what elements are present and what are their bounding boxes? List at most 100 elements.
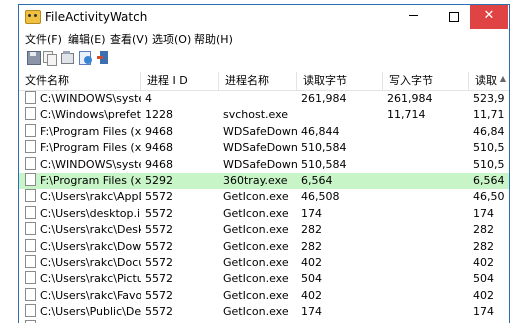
read-total-cell: 402 [473,255,494,269]
table-row[interactable]: C:\Users\Public\Des... 5572 GetIcon.exe 174… [19,304,509,320]
file-name-cell: C:\Users\rakc\AppD... [19,189,141,205]
process-name-cell: WDSafeDown... [223,141,297,155]
file-icon [25,91,36,104]
file-name: C:\WINDOWS\system32\... [40,92,141,105]
table-row[interactable]: C:\Users\rakc\Pictur... 5572 GetIcon.exe 50… [19,271,509,287]
file-icon [25,189,36,203]
menu-edit[interactable]: 编辑(E) [68,31,106,47]
process-name-cell: GetIcon.exe [223,305,289,319]
process-name-cell: GetIcon.exe [223,206,289,220]
table-header: 文件名称 进程 I D 进程名称 读取字节 写入字节 读取 [19,72,509,91]
write-bytes-cell: 11,714 [387,108,426,122]
toolbar [19,47,509,71]
save-icon[interactable] [27,51,41,65]
read-total-cell: 402 [473,288,494,302]
table-row[interactable]: C:\Users\desktop.ini 5572 GetIcon.exe 174 17… [19,205,509,222]
read-bytes-cell: 402 [301,255,322,269]
exit-icon[interactable] [97,51,111,65]
menu-view[interactable]: 查看(V) [110,31,148,47]
read-total-cell: 282 [473,239,494,253]
column-header-process-id[interactable]: 进程 I D [141,72,219,90]
maximize-icon [449,12,459,22]
write-bytes-cell [383,271,469,287]
file-name-cell: C:\Users\Public\Des... [19,304,141,320]
file-name: C:\Users\desktop.ini [40,206,141,220]
process-name-cell: GetIcon.exe [223,223,289,237]
file-icon [25,254,36,268]
read-total-cell: 510,5 [473,141,505,155]
file-name-cell: C:\Windows\prefetch\... [19,107,141,123]
write-bytes-cell [383,239,469,255]
table-row[interactable]: C:\WINDOWS\system... 9468 WDSafeDown... 510… [19,156,509,173]
file-name-cell: C:\Users\rakc\Favor... [19,287,141,304]
file-name: C:\Users\rakc\Deskt... [40,223,141,237]
file-name-cell: C:\Users\rakc\Down... [19,238,141,255]
process-id-cell: 9468 [145,124,173,138]
column-header-filename[interactable]: 文件名称 [19,72,141,90]
read-bytes-cell: 402 [301,288,322,302]
table-row[interactable]: C:\Users\rakc\Down... 5572 GetIcon.exe 282 2… [19,238,509,255]
read-total-cell: 504 [473,272,494,286]
read-bytes-cell: 46,844 [301,124,340,138]
file-name-cell: F:\Program Files (x86)... [19,172,141,189]
table-row[interactable]: C:\WINDOWS\system32\... 4 261,984 261,984 52… [19,91,509,107]
file-name-cell: C:\Users\desktop.ini [19,205,141,222]
write-bytes-cell [383,157,469,173]
write-bytes-cell [383,189,469,205]
properties-icon[interactable] [61,51,75,65]
file-name: C:\Users\Public\Des... [40,305,141,319]
read-total-cell: 282 [473,223,494,237]
process-id-cell: 5572 [145,305,173,319]
maximize-button[interactable] [435,5,473,29]
menu-help[interactable]: 帮助(H) [194,31,233,47]
file-name: F:\Program Files (x86)... [40,141,141,155]
main-window: FileActivityWatch ✕ 文件(F) 编辑(E) 查看(V) 选项… [18,4,510,323]
read-total-cell: 174 [473,206,494,220]
table-row[interactable]: C:\Windows\prefetch\... 1228 svchost.exe 11… [19,107,509,123]
column-header-process-name[interactable]: 进程名称 [219,72,297,90]
column-header-write-bytes[interactable]: 写入字节 [383,72,469,90]
write-bytes-cell [383,222,469,238]
process-id-cell: 5572 [145,272,173,286]
table-row[interactable]: F:\Program Files (x86)... 9468 WDSafeDown.… [19,123,509,140]
process-id-cell: 5572 [145,206,173,220]
table-row[interactable]: C:\Users\rakc\Favor... 5572 GetIcon.exe 402… [19,287,509,304]
read-bytes-cell: 6,564 [301,173,333,187]
file-name-cell: F:\Program Files (x86)... [19,123,141,140]
read-total-cell: 523,9 [473,92,505,105]
process-id-cell: 5572 [145,239,173,253]
read-bytes-cell: 510,584 [301,157,347,171]
minimize-button[interactable] [394,5,432,29]
process-id-cell: 5572 [145,288,173,302]
menu-options[interactable]: 选项(O) [152,31,191,47]
column-header-read-bytes[interactable]: 读取字节 [297,72,383,90]
file-icon [25,172,36,186]
read-bytes-cell: 261,984 [301,92,347,105]
process-name-cell: GetIcon.exe [223,190,289,204]
menu-file[interactable]: 文件(F) [25,31,62,47]
table-row[interactable]: C:\Users\rakc\Docu... 5572 GetIcon.exe 402 4… [19,254,509,271]
title-bar[interactable]: FileActivityWatch ✕ [19,5,509,30]
process-id-cell: 9468 [145,141,173,155]
write-bytes-cell [383,206,469,222]
process-id-cell: 5572 [145,190,173,204]
file-name-cell: C:\WINDOWS\system32\... [19,91,141,107]
scroll-up-icon[interactable]: ▲ [497,72,509,86]
file-name: C:\Users\rakc\Pictur... [40,272,141,286]
close-button[interactable]: ✕ [470,5,508,29]
file-icon [25,222,36,236]
table-row[interactable]: C:\Users\rakc\AppD... 5572 GetIcon.exe 46,5… [19,189,509,205]
read-bytes-cell: 510,584 [301,141,347,155]
process-name-cell: svchost.exe [223,108,289,122]
read-total-cell: 11,71 [473,108,505,122]
table-row[interactable]: C:\Users\rakc\Deskt... 5572 GetIcon.exe 282… [19,222,509,238]
html-report-icon[interactable] [79,51,93,65]
copy-icon[interactable] [43,51,57,66]
file-icon [25,205,36,219]
process-id-cell: 9468 [145,157,173,171]
table-row[interactable]: F:\Program Files (x86)... 5292 360tray.exe… [19,172,509,190]
process-id-cell: 4 [145,92,152,105]
file-name: C:\Users\rakc\Down... [40,239,141,253]
process-name-cell [219,91,297,107]
table-row[interactable]: F:\Program Files (x86)... 9468 WDSafeDown.… [19,140,509,156]
